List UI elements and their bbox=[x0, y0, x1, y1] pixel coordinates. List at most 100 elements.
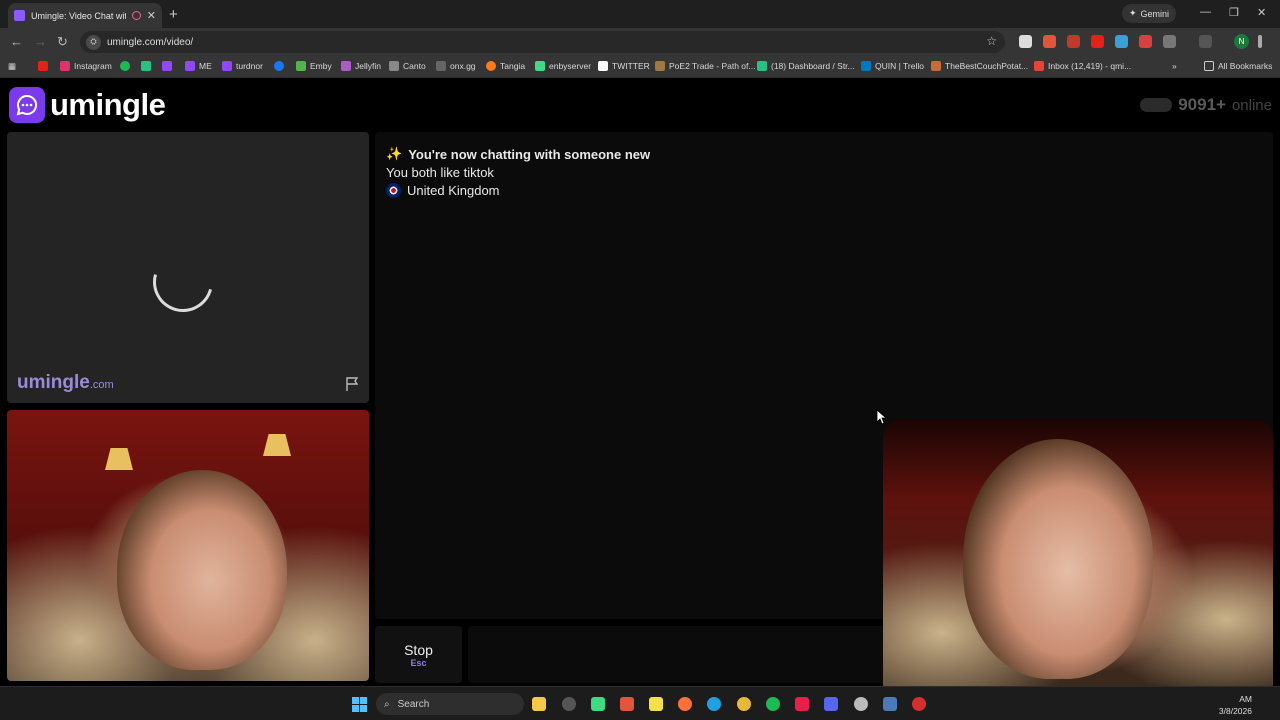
bookmarks-bar: ▦ Instagram ME turdnor Emby Jellyfin Can… bbox=[0, 56, 1280, 78]
bookmark-twitter[interactable]: TWITTER bbox=[598, 61, 650, 71]
country-message: United Kingdom bbox=[386, 183, 500, 198]
app-icon[interactable] bbox=[620, 697, 634, 711]
all-bookmarks-button[interactable]: All Bookmarks bbox=[1204, 61, 1272, 71]
gemini-sparkle-icon: ✦ bbox=[1128, 8, 1137, 18]
chat-message-input[interactable] bbox=[468, 626, 888, 683]
umingle-logo[interactable]: umingle bbox=[9, 87, 166, 123]
sparkles-icon: ✨ bbox=[386, 146, 403, 161]
search-icon: ⌕ bbox=[384, 698, 390, 710]
online-count: 9091+ bbox=[1178, 95, 1226, 114]
bookmark-enbyserver[interactable]: enbyserver bbox=[535, 61, 591, 71]
close-window-icon[interactable]: ✕ bbox=[1257, 6, 1266, 19]
stop-label: Stop bbox=[404, 641, 433, 658]
spotify-icon[interactable] bbox=[766, 697, 780, 711]
bookmark-chat-icon[interactable] bbox=[141, 61, 151, 71]
reload-icon[interactable]: ↻ bbox=[57, 34, 68, 50]
bookmark-facebook-icon[interactable] bbox=[274, 61, 284, 71]
bookmark-couchpotato[interactable]: TheBestCouchPotat... bbox=[931, 61, 1028, 71]
chat-bubble-icon bbox=[9, 87, 45, 123]
windows-start-icon[interactable] bbox=[352, 697, 367, 712]
bookmark-onxgg[interactable]: onx.gg bbox=[436, 61, 476, 71]
person-figure bbox=[117, 470, 287, 670]
logo-text: umingle bbox=[50, 87, 166, 122]
clock-date: 3/8/2026 bbox=[1218, 706, 1252, 716]
extension-record-icon[interactable] bbox=[1067, 35, 1080, 48]
bookmark-youtube-icon[interactable] bbox=[38, 61, 48, 71]
gemini-label: Gemini bbox=[1140, 8, 1170, 19]
more-bookmarks-chevron-icon[interactable]: » bbox=[1172, 61, 1177, 71]
sticky-notes-icon[interactable] bbox=[649, 697, 663, 711]
extension-translate-icon[interactable] bbox=[1115, 35, 1128, 48]
play-app-icon[interactable] bbox=[591, 697, 605, 711]
firefox-icon[interactable] bbox=[678, 697, 692, 711]
online-status: 9091+ online bbox=[1140, 95, 1272, 115]
address-bar[interactable]: ⛭ umingle.com/video/ ☆ bbox=[80, 31, 1005, 53]
extension-youtube-icon[interactable] bbox=[1091, 35, 1104, 48]
umingle-favicon-icon bbox=[14, 10, 25, 21]
stranger-video: umingle.com bbox=[7, 132, 369, 403]
system-clock[interactable]: AM 3/8/2026 bbox=[1219, 693, 1252, 717]
back-icon[interactable]: ← bbox=[10, 34, 23, 49]
discord-icon[interactable] bbox=[824, 697, 838, 711]
chat-system-message: ✨ You're now chatting with someone new bbox=[386, 146, 651, 162]
bookmark-poe2-trade[interactable]: PoE2 Trade - Path of... bbox=[655, 61, 755, 71]
clock-time: AM bbox=[1239, 694, 1252, 704]
taskbar: ⌕ Search AM 3/8/2026 bbox=[0, 686, 1280, 720]
online-label: online bbox=[1231, 96, 1272, 114]
shared-interest-message: You both like tiktok bbox=[386, 165, 494, 180]
forward-icon[interactable]: → bbox=[34, 34, 47, 49]
bookmark-spotify-icon[interactable] bbox=[120, 61, 130, 71]
lamp-decor bbox=[263, 434, 291, 456]
extension-k-icon[interactable] bbox=[1019, 35, 1032, 48]
file-explorer-icon[interactable] bbox=[532, 697, 546, 711]
online-toggle[interactable] bbox=[1140, 98, 1173, 112]
bookmark-tangia[interactable]: Tangia bbox=[486, 61, 525, 71]
bookmark-dashboard[interactable]: (18) Dashboard / Str... bbox=[757, 61, 855, 71]
bookmark-me[interactable]: ME bbox=[185, 61, 212, 71]
bookmark-trello[interactable]: QUIN | Trello bbox=[861, 61, 924, 71]
tab-umingle[interactable]: Umingle: Video Chat with S ✕ bbox=[8, 3, 162, 28]
taskbar-search[interactable]: ⌕ Search bbox=[376, 693, 524, 715]
chrome-icon[interactable] bbox=[737, 697, 751, 711]
bookmark-turdnor[interactable]: turdnor bbox=[222, 61, 263, 71]
site-info-icon[interactable]: ⛭ bbox=[86, 34, 101, 50]
gemini-button[interactable]: ✦ Gemini bbox=[1122, 4, 1176, 23]
edge-icon[interactable] bbox=[707, 697, 721, 711]
extension-fox-icon[interactable] bbox=[1043, 35, 1056, 48]
mouse-cursor-icon bbox=[876, 409, 886, 425]
navigation-bar: ← → ↻ ⛭ umingle.com/video/ ☆ bbox=[0, 28, 1280, 56]
bookmark-star-icon[interactable]: ☆ bbox=[986, 34, 997, 48]
bookmark-twitch-icon[interactable] bbox=[162, 61, 172, 71]
stop-button[interactable]: Stop Esc bbox=[375, 626, 462, 683]
person-figure bbox=[963, 439, 1153, 679]
restore-icon[interactable]: ❐ bbox=[1229, 6, 1239, 19]
report-flag-icon[interactable] bbox=[345, 376, 361, 392]
bookmark-jellyfin[interactable]: Jellyfin bbox=[341, 61, 381, 71]
new-tab-button[interactable]: + bbox=[169, 6, 178, 23]
stop-shortcut: Esc bbox=[410, 657, 427, 668]
tab-strip: Umingle: Video Chat with S ✕ + ✦ Gemini … bbox=[0, 0, 1280, 28]
loading-spinner-icon bbox=[142, 241, 224, 323]
clock-app-icon[interactable] bbox=[562, 697, 576, 711]
self-camera-video bbox=[7, 410, 369, 681]
camera-preview-overlay bbox=[883, 419, 1273, 686]
extension-heart-icon[interactable] bbox=[1139, 35, 1152, 48]
close-tab-icon[interactable]: ✕ bbox=[147, 9, 156, 22]
apps-grid-icon[interactable]: ▦ bbox=[8, 61, 16, 72]
notepad-icon[interactable] bbox=[883, 697, 897, 711]
menu-kebab-icon[interactable] bbox=[1258, 35, 1262, 48]
bookmark-instagram[interactable]: Instagram bbox=[60, 61, 112, 71]
extensions-puzzle-icon[interactable] bbox=[1163, 35, 1176, 48]
steam-icon[interactable] bbox=[854, 697, 868, 711]
bookmark-canto[interactable]: Canto bbox=[389, 61, 426, 71]
minimize-icon[interactable]: — bbox=[1200, 6, 1211, 18]
obs-icon[interactable] bbox=[795, 697, 809, 711]
profile-avatar[interactable]: N bbox=[1234, 34, 1249, 49]
bookmark-emby[interactable]: Emby bbox=[296, 61, 332, 71]
side-panel-icon[interactable] bbox=[1199, 35, 1212, 48]
video-watermark: umingle.com bbox=[17, 372, 114, 393]
bookmark-gmail-inbox[interactable]: Inbox (12,419) - qmi... bbox=[1034, 61, 1131, 71]
app-red-icon[interactable] bbox=[912, 697, 926, 711]
recording-icon bbox=[131, 11, 141, 20]
tab-title: Umingle: Video Chat with S bbox=[31, 10, 126, 21]
